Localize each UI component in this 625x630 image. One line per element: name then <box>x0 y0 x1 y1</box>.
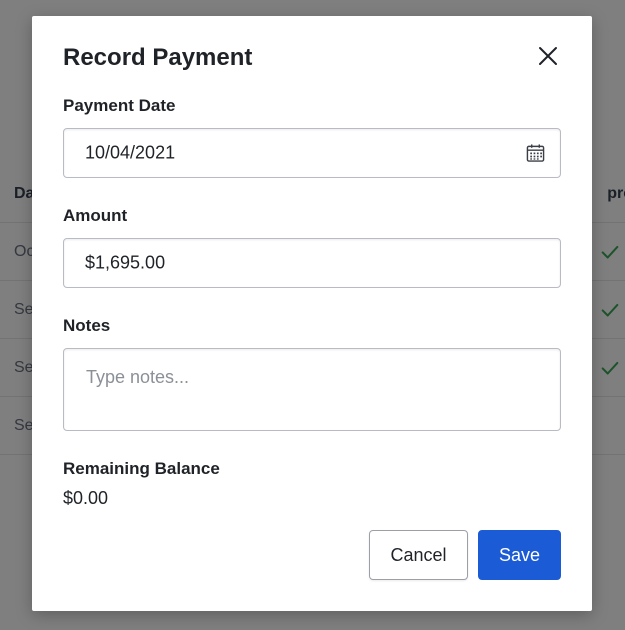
calendar-icon[interactable] <box>526 144 545 163</box>
close-button[interactable] <box>534 42 562 70</box>
save-button[interactable]: Save <box>478 530 561 580</box>
payment-date-label: Payment Date <box>63 96 176 115</box>
record-payment-modal: Record Payment Payment Date 10/04/2021 A… <box>32 16 592 611</box>
amount-label: Amount <box>63 206 128 225</box>
payment-date-field[interactable]: 10/04/2021 <box>63 128 561 178</box>
cancel-button[interactable]: Cancel <box>369 530 468 580</box>
remaining-balance-value: $0.00 <box>63 488 109 508</box>
amount-field[interactable]: $1,695.00 <box>63 238 561 288</box>
payment-date-value: 10/04/2021 <box>85 142 176 163</box>
remaining-balance-label: Remaining Balance <box>63 459 220 478</box>
notes-label: Notes <box>63 316 111 335</box>
notes-textarea[interactable]: Type notes... <box>63 348 561 431</box>
amount-value: $1,695.00 <box>85 252 166 273</box>
notes-placeholder: Type notes... <box>86 367 190 387</box>
close-icon <box>539 47 557 65</box>
modal-title: Record Payment <box>63 44 253 71</box>
